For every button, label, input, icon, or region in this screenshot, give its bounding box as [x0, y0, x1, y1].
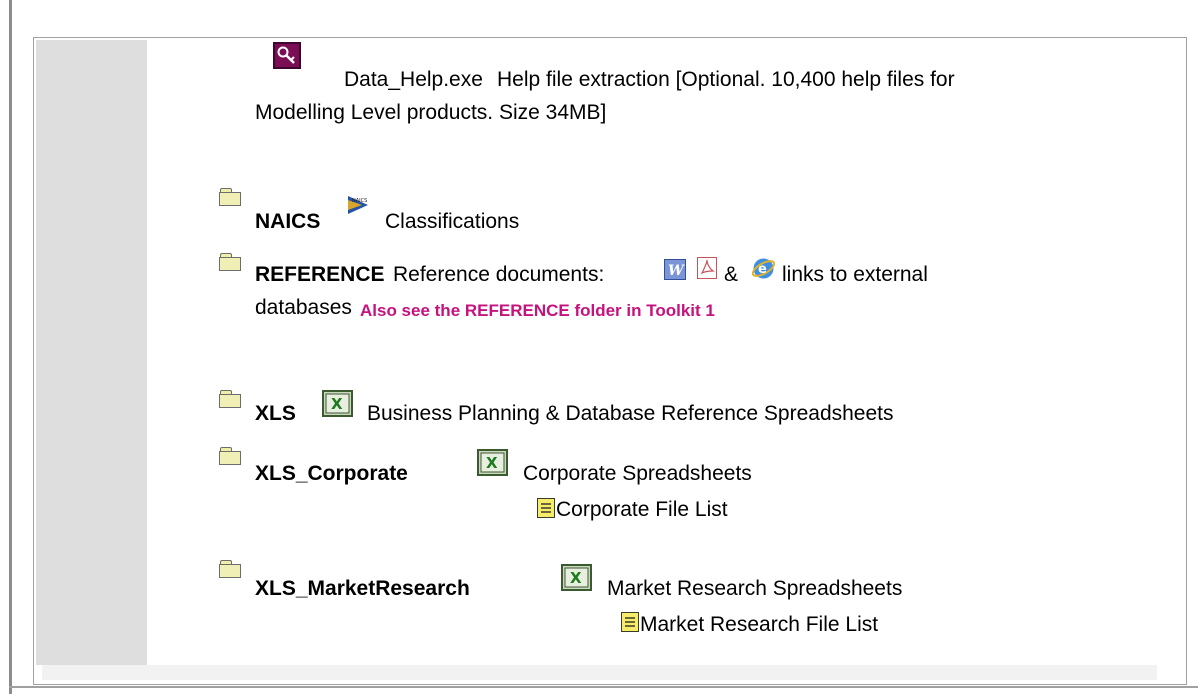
- folder-icon[interactable]: [219, 447, 241, 465]
- data-help-description-line1: Help file extraction [Optional. 10,400 h…: [497, 68, 955, 91]
- naics-logo-icon: NAICS: [346, 194, 370, 216]
- svg-text:X: X: [486, 454, 498, 472]
- folder-link-xls-marketresearch[interactable]: XLS_MarketResearch: [255, 577, 470, 601]
- folder-link-naics[interactable]: NAICS: [255, 210, 320, 234]
- excel-icon: X: [322, 390, 353, 417]
- content: Data_Help.exe Help file extraction [Opti…: [0, 0, 1198, 694]
- folder-link-xls-corporate[interactable]: XLS_Corporate: [255, 462, 408, 486]
- excel-icon: X: [477, 449, 508, 476]
- svg-text:X: X: [570, 569, 582, 587]
- key-icon[interactable]: [273, 42, 301, 69]
- pdf-icon: [697, 257, 717, 279]
- text-file-icon: [621, 612, 639, 632]
- reference-ampersand: &: [724, 263, 739, 286]
- reference-description-suffix: links to external: [782, 263, 928, 286]
- svg-text:NAICS: NAICS: [352, 198, 367, 204]
- folder-icon[interactable]: [219, 390, 241, 408]
- svg-text:X: X: [331, 395, 343, 413]
- reference-note-link[interactable]: Also see the REFERENCE folder in Toolkit…: [360, 299, 715, 323]
- internet-explorer-icon: e: [751, 257, 776, 280]
- data-help-link[interactable]: Data_Help.exe: [344, 68, 483, 92]
- reference-description-prefix: Reference documents:: [393, 263, 605, 286]
- market-research-file-list-link[interactable]: Market Research File List: [640, 613, 878, 637]
- word-icon: W: [664, 259, 686, 280]
- xls-marketresearch-description: Market Research Spreadsheets: [607, 577, 903, 600]
- xls-corporate-description: Corporate Spreadsheets: [523, 462, 752, 485]
- excel-icon: X: [561, 564, 592, 591]
- corporate-file-list-link[interactable]: Corporate File List: [556, 498, 728, 522]
- svg-text:W: W: [668, 263, 685, 279]
- folder-link-xls[interactable]: XLS: [255, 402, 296, 426]
- data-help-description-line2: Modelling Level products. Size 34MB]: [255, 101, 607, 124]
- folder-icon[interactable]: [219, 560, 241, 578]
- folder-icon[interactable]: [219, 253, 241, 271]
- folder-icon[interactable]: [219, 188, 241, 206]
- text-file-icon: [537, 498, 555, 518]
- reference-line2: databases: [255, 296, 352, 319]
- naics-description: Classifications: [385, 210, 520, 233]
- xls-description: Business Planning & Database Reference S…: [367, 402, 894, 425]
- folder-link-reference[interactable]: REFERENCE: [255, 263, 385, 287]
- svg-text:e: e: [758, 262, 767, 277]
